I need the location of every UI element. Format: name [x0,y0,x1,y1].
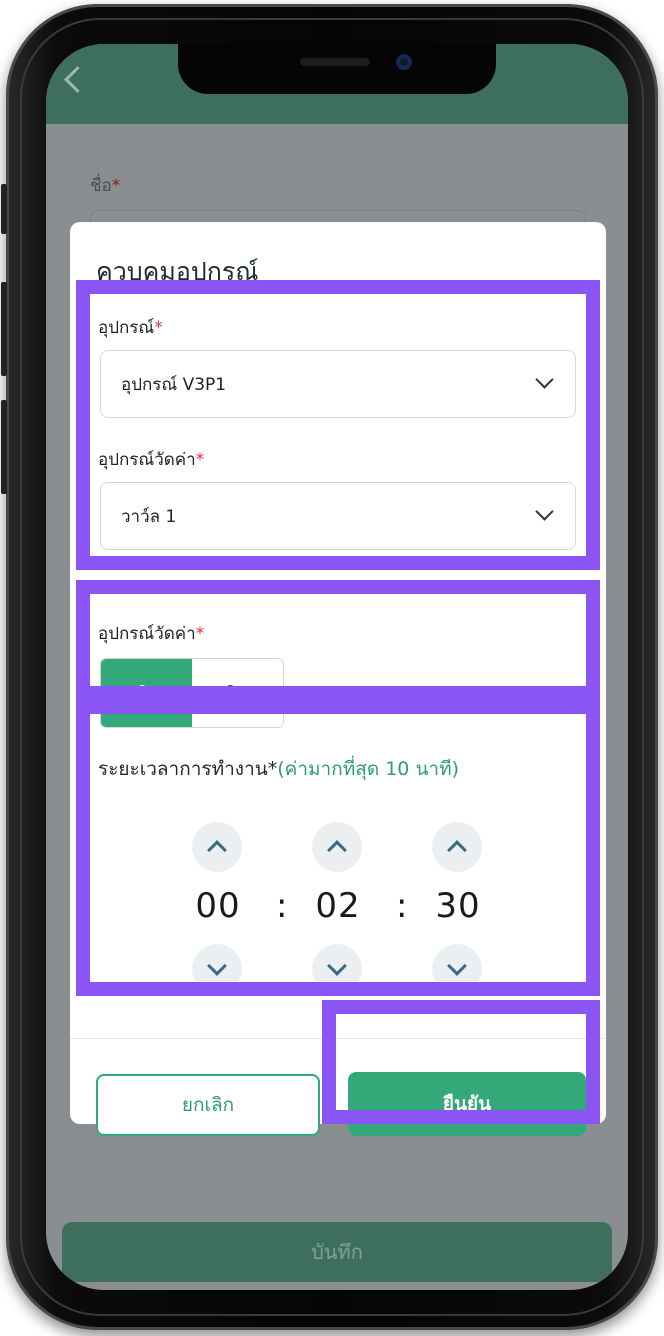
hours-decrement-button[interactable] [192,944,242,994]
hours-increment-button[interactable] [192,822,242,872]
seconds-decrement-button[interactable] [432,944,482,994]
chevron-down-icon [327,956,347,976]
sensor-select-value: วาว์ล 1 [121,506,177,527]
sensor-select[interactable]: วาว์ล 1 [100,482,576,550]
name-label: ชื่อ* [90,176,121,196]
state-label: อุปกรณ์วัดค่า* [98,624,205,644]
chevron-down-icon [535,502,554,521]
minutes-picker: 02 [288,822,388,994]
save-button[interactable]: บันทึก [62,1222,612,1282]
duration-label: ระยะเวลาการทำงาน*(ค่ามากที่สุด 10 นาที) [98,758,460,780]
mute-switch [1,184,7,234]
time-separator: : [276,886,288,926]
seconds-value: 30 [435,886,481,926]
camera-icon [396,54,412,70]
on-off-toggle: เปิด ปิด [100,658,284,728]
minutes-value: 02 [315,886,361,926]
chevron-up-icon [447,840,467,860]
confirm-button[interactable]: ยืนยัน [348,1072,586,1136]
hours-picker: 00 [168,822,268,994]
time-separator: : [396,886,408,926]
chevron-down-icon [447,956,467,976]
minutes-decrement-button[interactable] [312,944,362,994]
chevron-down-icon [535,370,554,389]
volume-down-button [1,400,7,494]
minutes-increment-button[interactable] [312,822,362,872]
phone-notch [178,44,496,94]
sensor-label: อุปกรณ์วัดค่า* [98,450,205,470]
volume-up-button [1,282,7,376]
seconds-increment-button[interactable] [432,822,482,872]
footer-divider [70,1038,606,1039]
back-chevron-icon[interactable] [64,66,91,93]
duration-hint: (ค่ามากที่สุด 10 นาที) [277,758,460,780]
seconds-picker: 30 [408,822,508,994]
dialog-title: ควบคุมอุปกรณ์ [96,257,259,286]
toggle-off-button[interactable]: ปิด [192,659,283,727]
device-select-value: อุปกรณ์ V3P1 [121,374,227,395]
control-device-dialog: ควบคุมอุปกรณ์ อุปกรณ์* อุปกรณ์ V3P1 อุปก… [70,222,606,1136]
chevron-up-icon [327,840,347,860]
chevron-down-icon [207,956,227,976]
device-label: อุปกรณ์* [98,318,163,338]
speaker-grille [300,58,370,66]
chevron-up-icon [207,840,227,860]
hours-value: 00 [195,886,241,926]
device-select[interactable]: อุปกรณ์ V3P1 [100,350,576,418]
cancel-button[interactable]: ยกเลิก [96,1074,320,1136]
toggle-on-button[interactable]: เปิด [101,659,192,727]
phone-screen: ชื่อ* บันทึก ควบคุมอุปกรณ์ อุปกรณ์* อุปก… [46,44,628,1290]
